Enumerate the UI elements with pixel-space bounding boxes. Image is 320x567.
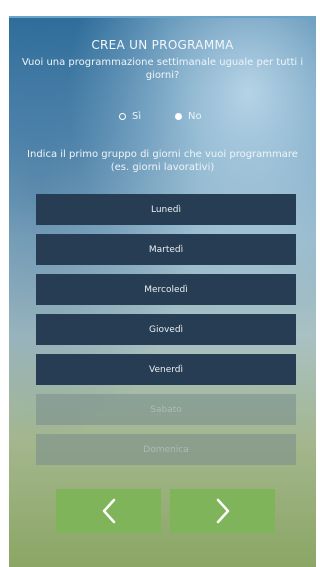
radio-no-label: No <box>188 110 202 122</box>
day-label: Domenica <box>143 444 189 455</box>
app-frame: CREA UN PROGRAMMA Vuoi una programmazion… <box>0 0 320 567</box>
radio-yes-indicator <box>119 112 126 120</box>
day-button-domenica: Domenica <box>36 434 296 465</box>
radio-yes[interactable]: Sì <box>119 108 141 124</box>
day-label: Mercoledì <box>144 284 188 295</box>
day-button-sabato: Sabato <box>36 394 296 425</box>
radio-no-indicator <box>175 112 182 120</box>
uniform-week-question: Vuoi una programmazione settimanale ugua… <box>21 57 304 81</box>
day-label: Martedì <box>148 244 184 255</box>
back-button[interactable] <box>56 489 161 533</box>
day-label: Giovedì <box>148 324 184 335</box>
day-button-lunedi[interactable]: Lunedì <box>36 194 296 225</box>
day-label: Venerdì <box>149 364 183 375</box>
day-label: Sabato <box>150 404 182 415</box>
chevron-left-icon <box>102 498 115 524</box>
day-button-giovedi[interactable]: Giovedì <box>36 314 296 345</box>
day-button-martedi[interactable]: Martedì <box>36 234 296 265</box>
day-label: Lunedì <box>150 204 181 215</box>
radio-no[interactable]: No <box>175 108 202 124</box>
day-button-mercoledi[interactable]: Mercoledì <box>36 274 296 305</box>
radio-yes-label: Sì <box>132 110 142 122</box>
schedule-screen: CREA UN PROGRAMMA Vuoi una programmazion… <box>9 16 316 567</box>
next-button[interactable] <box>170 489 275 533</box>
day-button-venerdi[interactable]: Venerdì <box>36 354 296 385</box>
page-title: CREA UN PROGRAMMA <box>91 38 234 52</box>
top-bar <box>9 16 316 18</box>
instruction-text: Indica il primo gruppo di giorni che vuo… <box>27 149 298 173</box>
chevron-right-icon <box>216 498 229 524</box>
uniform-week-radio-group: Sì No <box>9 108 316 124</box>
